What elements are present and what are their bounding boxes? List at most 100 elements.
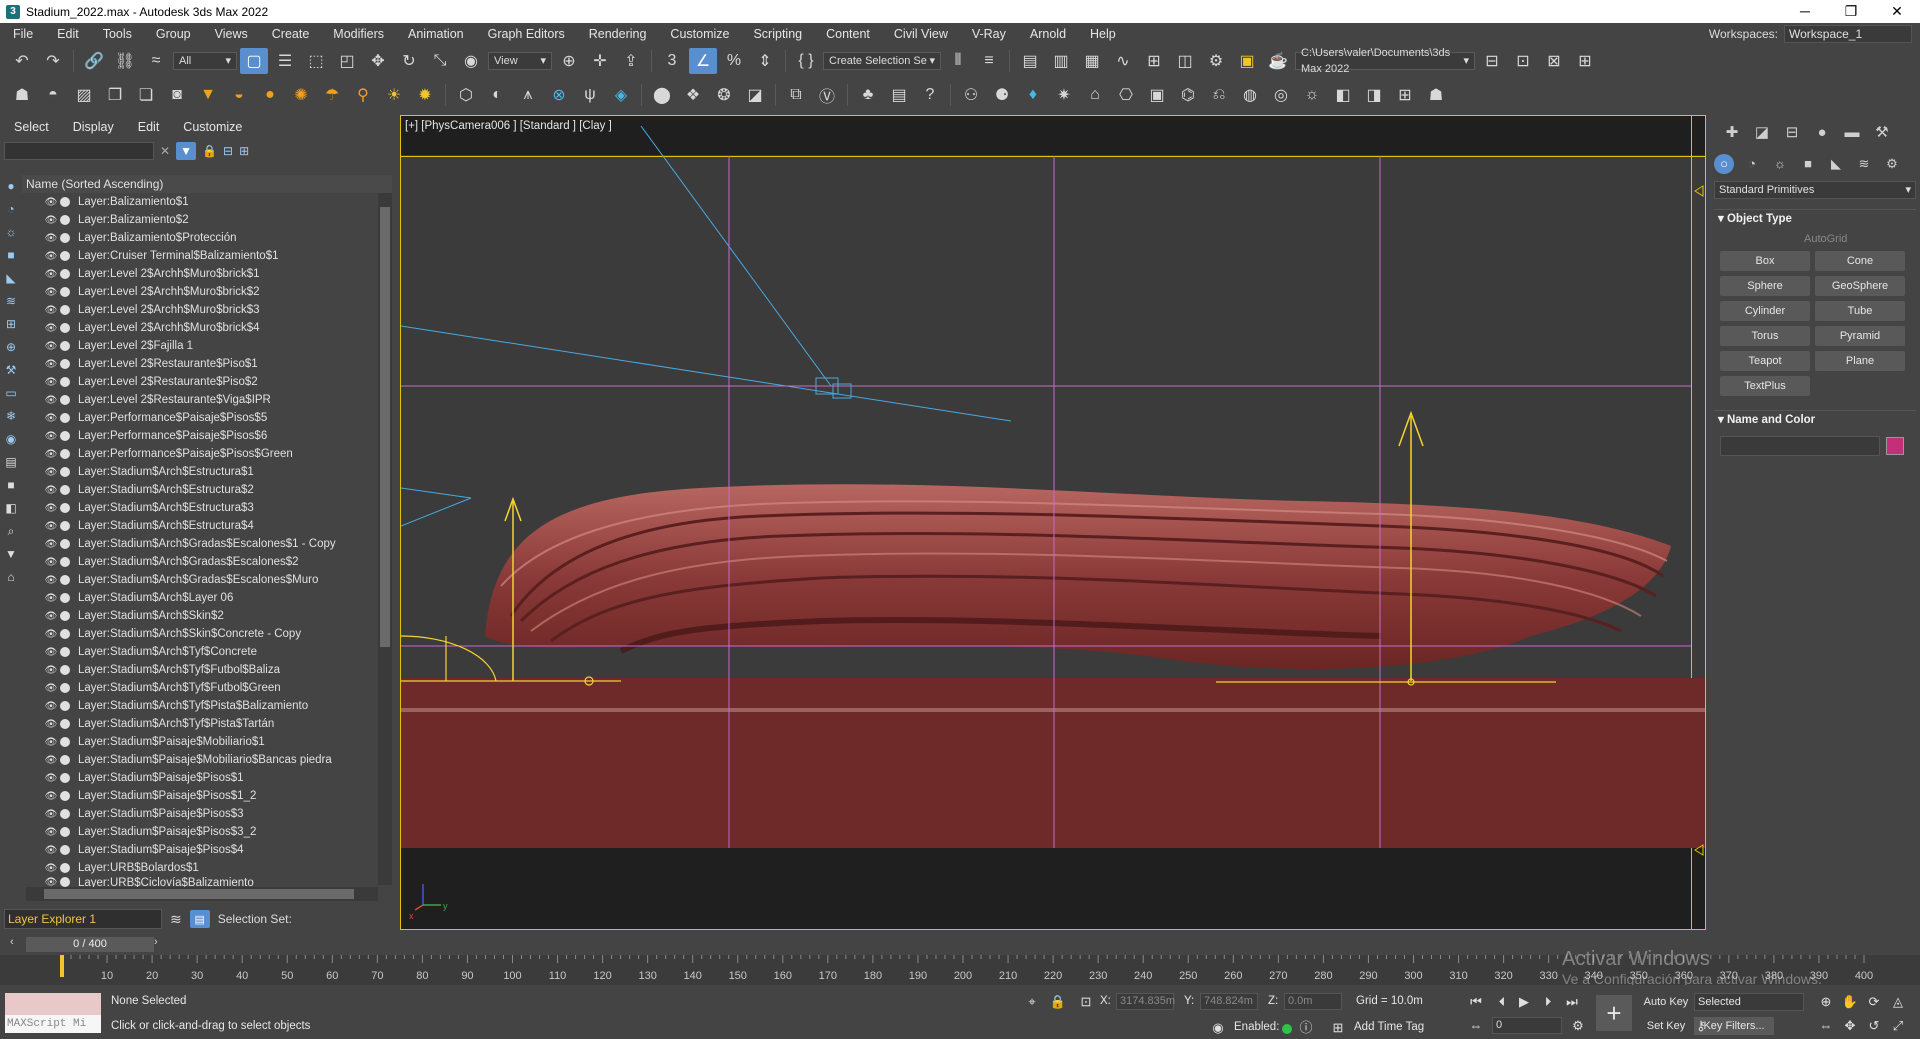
render-box-icon[interactable]: ▨ xyxy=(70,82,98,108)
fov-icon[interactable]: ◬ xyxy=(1888,993,1908,1011)
list-item[interactable]: 👁 Layer:Stadium$Arch$Estructura$3 xyxy=(22,499,378,517)
list-item[interactable]: 👁 Layer:URB$Bolardos$1 xyxy=(22,859,378,877)
render-setup-icon[interactable]: ⚙ xyxy=(1202,48,1230,74)
eye-icon[interactable]: 👁 xyxy=(44,683,58,694)
unlink-icon[interactable]: ⛓ xyxy=(111,48,139,74)
geometry-filter-icon[interactable]: ● xyxy=(2,177,20,195)
key-icon[interactable]: ⚷ xyxy=(1694,1017,1708,1035)
key-mode-icon[interactable]: ⇔ xyxy=(1466,1017,1486,1035)
menu-graph-editors[interactable]: Graph Editors xyxy=(476,23,577,45)
funnel-icon[interactable]: ▼ xyxy=(2,545,20,563)
truck-icon[interactable]: ✥ xyxy=(1840,1017,1860,1035)
primitive-type-dropdown[interactable]: Standard Primitives ▾ xyxy=(1714,181,1916,199)
percent-snap-icon[interactable]: % xyxy=(720,48,748,74)
vray-grass-icon[interactable]: ψ xyxy=(576,82,604,108)
x-coord-field[interactable]: 3174.835m xyxy=(1116,993,1175,1010)
list-item[interactable]: 👁 Layer:Stadium$Paisaje$Mobiliario$Bancas… xyxy=(22,751,378,769)
systems-category-icon[interactable]: ⚙ xyxy=(1882,154,1902,174)
arnold-stand-in-icon[interactable]: ◎ xyxy=(1267,82,1295,108)
maxscript-mini-input[interactable]: MAXScript Mi xyxy=(5,1015,101,1033)
move-icon[interactable]: ✥ xyxy=(364,48,392,74)
list-item[interactable]: 👁 Layer:Stadium$Arch$Tyf$Pista$Balizamien… xyxy=(22,697,378,715)
eye-icon[interactable]: 👁 xyxy=(44,251,58,262)
project-open-icon[interactable]: ⊡ xyxy=(1509,48,1537,74)
menu-create[interactable]: Create xyxy=(260,23,322,45)
menu-help[interactable]: Help xyxy=(1078,23,1128,45)
arnold-teapot-icon[interactable]: ☗ xyxy=(1422,82,1450,108)
material-editor-icon[interactable]: ◫ xyxy=(1171,48,1199,74)
render-dot-icon[interactable] xyxy=(60,827,70,837)
pyramid-button[interactable]: Pyramid xyxy=(1815,326,1905,346)
lock-icon[interactable]: 🔒 xyxy=(202,144,217,158)
list-item[interactable]: 👁 Layer:Stadium$Paisaje$Pisos$1 xyxy=(22,769,378,787)
eye-icon[interactable]: 👁 xyxy=(44,647,58,658)
list-item[interactable]: 👁 Layer:Stadium$Paisaje$Pisos$3 xyxy=(22,805,378,823)
explorer-menu-edit[interactable]: Edit xyxy=(138,120,160,134)
list-item[interactable]: 👁 Layer:Stadium$Arch$Gradas$Escalones$2 xyxy=(22,553,378,571)
render-dot-icon[interactable] xyxy=(60,877,70,887)
project-path-dropdown[interactable]: C:\Users\valer\Documents\3ds Max 2022 ▾ xyxy=(1295,47,1475,75)
geosphere-button[interactable]: GeoSphere xyxy=(1815,276,1905,296)
project-create-icon[interactable]: ⊠ xyxy=(1540,48,1568,74)
render-dot-icon[interactable] xyxy=(60,719,70,729)
list-item[interactable]: 👁 Layer:Stadium$Paisaje$Mobiliario$1 xyxy=(22,733,378,751)
arnold-bulb-icon[interactable]: ☼ xyxy=(1298,82,1326,108)
display-tab-icon[interactable]: ▬ xyxy=(1842,123,1862,143)
list-item[interactable]: 👁 Layer:Balizamiento$1 xyxy=(22,193,378,211)
list-item[interactable]: 👁 Layer:Level 2$Restaurante$Viga$IPR xyxy=(22,391,378,409)
explorer-menu-select[interactable]: Select xyxy=(14,120,49,134)
curve-editor-icon[interactable]: ∿ xyxy=(1109,48,1137,74)
menu-group[interactable]: Group xyxy=(144,23,203,45)
render-dot-icon[interactable] xyxy=(60,593,70,603)
autogrid-checkbox[interactable]: AutoGrid xyxy=(1714,227,1916,251)
spinner-snap-icon[interactable]: ⇕ xyxy=(751,48,779,74)
cone-button[interactable]: Cone xyxy=(1815,251,1905,271)
render-dot-icon[interactable] xyxy=(60,557,70,567)
render-dot-icon[interactable] xyxy=(60,323,70,333)
bind-spacewarp-icon[interactable]: ≈ xyxy=(142,48,170,74)
torus-button[interactable]: Torus xyxy=(1720,326,1810,346)
list-item[interactable]: 👁 Layer:Level 2$Restaurante$Piso$1 xyxy=(22,355,378,373)
list-view-icon[interactable]: ▤ xyxy=(2,453,20,471)
menu-animation[interactable]: Animation xyxy=(396,23,476,45)
time-config-icon[interactable]: ⚙ xyxy=(1568,1017,1588,1035)
time-prev-icon[interactable]: ‹ xyxy=(10,936,14,948)
select-manipulate-icon[interactable]: ✛ xyxy=(586,48,614,74)
plane-button[interactable]: Plane xyxy=(1815,351,1905,371)
list-item[interactable]: 👁 Layer:Performance$Paisaje$Pisos$Green xyxy=(22,445,378,463)
material-edit-icon[interactable]: ❂ xyxy=(710,82,738,108)
z-coord-field[interactable]: 0.0m xyxy=(1284,993,1342,1010)
eye-icon[interactable]: 👁 xyxy=(44,377,58,388)
render-dot-icon[interactable] xyxy=(60,701,70,711)
lights-filter-icon[interactable]: ☼ xyxy=(2,223,20,241)
explorer-menu-customize[interactable]: Customize xyxy=(183,120,242,134)
add-time-tag[interactable]: Add Time Tag xyxy=(1354,1021,1424,1033)
shapes-category-icon[interactable]: ◔ xyxy=(1742,154,1762,174)
forest-icon[interactable]: ♣ xyxy=(854,82,882,108)
select-object-icon[interactable]: ▢ xyxy=(240,48,268,74)
list-item[interactable]: 👁 Layer:Stadium$Arch$Estructura$2 xyxy=(22,481,378,499)
eye-icon[interactable]: 👁 xyxy=(44,791,58,802)
maxscript-listener[interactable]: MAXScript Mi xyxy=(5,993,101,1033)
render-dot-icon[interactable] xyxy=(60,611,70,621)
vray-logo-icon[interactable]: Ⓥ xyxy=(813,82,841,108)
light-omni-icon[interactable]: ▼ xyxy=(194,82,222,108)
reference-coord-dropdown[interactable]: View ▾ xyxy=(488,52,552,70)
list-item[interactable]: 👁 Layer:Stadium$Arch$Tyf$Futbol$Green xyxy=(22,679,378,697)
vray-fur-icon[interactable]: ⊗ xyxy=(545,82,573,108)
teapot-icon[interactable]: ☗ xyxy=(8,82,36,108)
eye-icon[interactable]: 👁 xyxy=(44,629,58,640)
vray-decal-icon[interactable]: ◈ xyxy=(607,82,635,108)
settings-icon[interactable]: ⌂ xyxy=(2,568,20,586)
hierarchy-icon[interactable]: ⊟ xyxy=(223,144,233,158)
filter-icon[interactable]: ▼ xyxy=(176,142,197,160)
list-item[interactable]: 👁 Layer:Balizamiento$Protección xyxy=(22,229,378,247)
render-frame-icon[interactable]: ▣ xyxy=(1233,48,1261,74)
list-item[interactable]: 👁 Layer:Cruiser Terminal$Balizamiento$1 xyxy=(22,247,378,265)
paste-icon[interactable]: ❏ xyxy=(132,82,160,108)
layer-list-hscrollbar[interactable] xyxy=(26,887,378,901)
go-to-start-icon[interactable]: ⏮ xyxy=(1466,993,1486,1011)
arnold-skydome-icon[interactable]: ✷ xyxy=(1050,82,1078,108)
snaps-toggle-icon[interactable]: 3 xyxy=(658,48,686,74)
utilities-tab-icon[interactable]: ⚒ xyxy=(1872,123,1892,143)
